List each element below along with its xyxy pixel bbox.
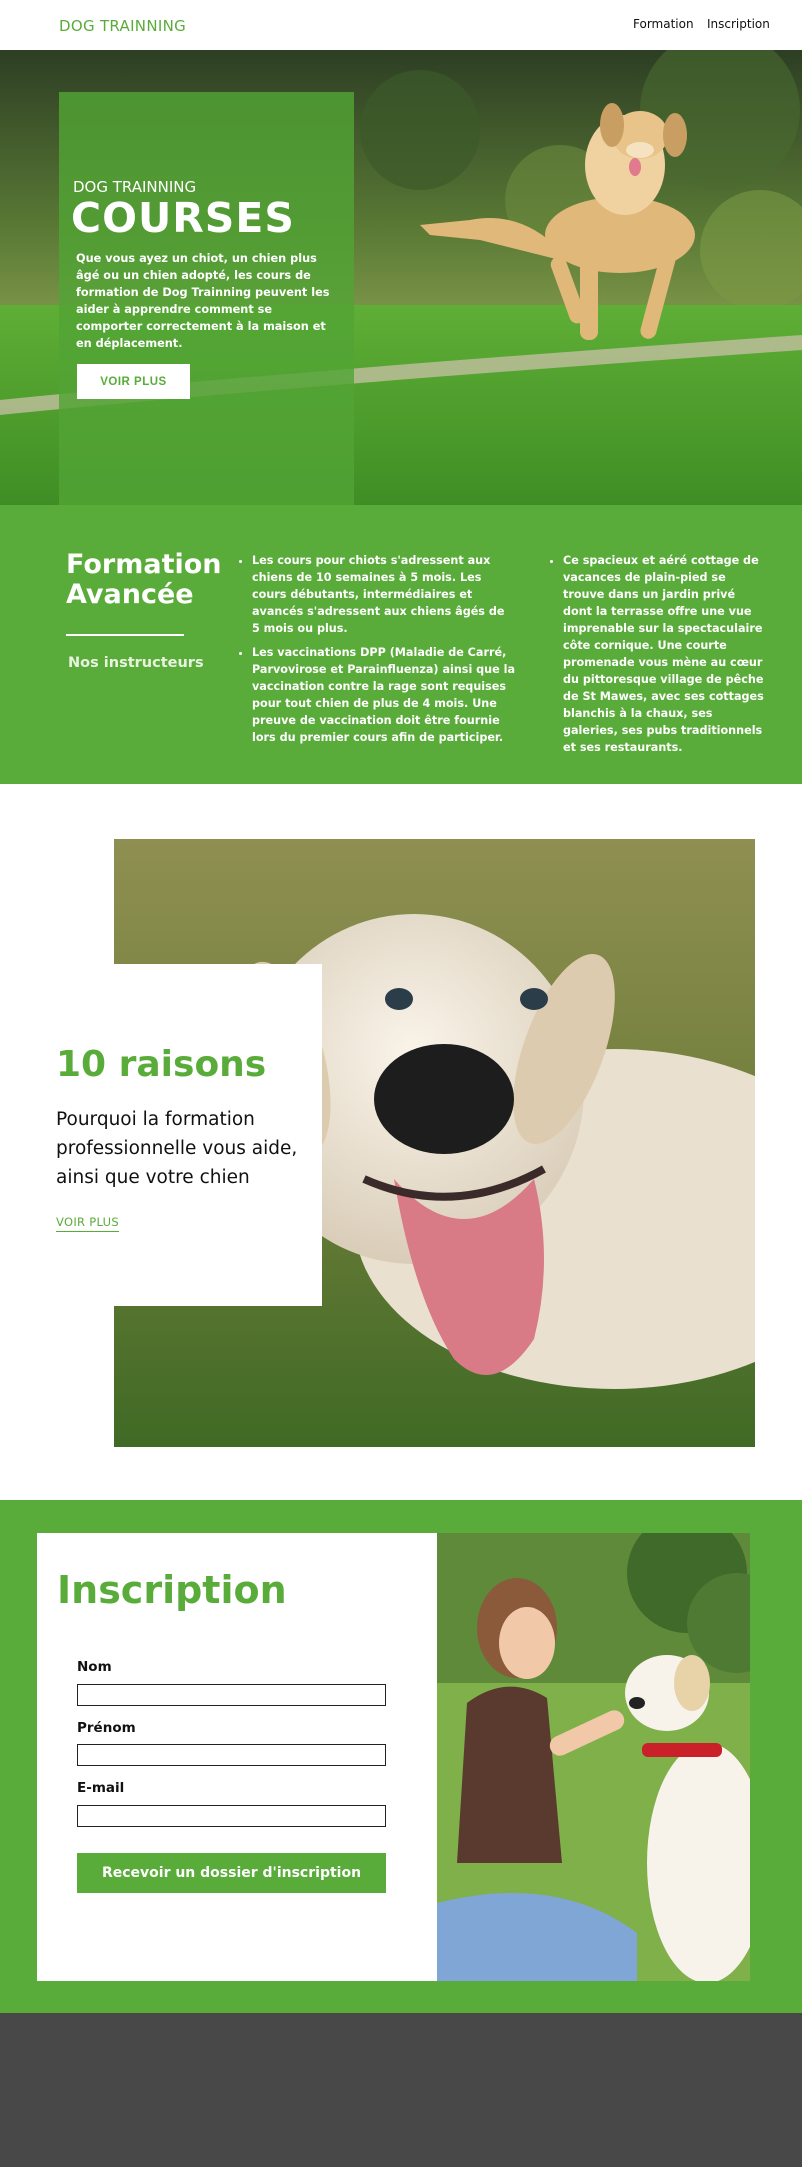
inscription-title: Inscription bbox=[57, 1568, 287, 1612]
nav-link-formation[interactable]: Formation bbox=[633, 17, 694, 31]
site-footer bbox=[0, 2013, 802, 2167]
formation-divider bbox=[66, 634, 184, 636]
submit-inscription-button[interactable]: Recevoir un dossier d'inscription bbox=[77, 1853, 386, 1893]
hero-section: DOG TRAINNING COURSES Que vous ayez un c… bbox=[0, 50, 802, 505]
prenom-input[interactable] bbox=[77, 1744, 386, 1766]
email-input[interactable] bbox=[77, 1805, 386, 1827]
raisons-title: 10 raisons bbox=[56, 1044, 267, 1085]
inscription-section: Inscription Nom Prénom E-mail Recevoir u… bbox=[0, 1500, 802, 2013]
email-label: E-mail bbox=[77, 1780, 125, 1796]
hero-voir-plus-button[interactable]: VOIR PLUS bbox=[77, 364, 190, 399]
prenom-label: Prénom bbox=[77, 1720, 136, 1736]
girl-and-dog-photo bbox=[437, 1533, 750, 1981]
formation-section: Formation Avancée Nos instructeurs Les c… bbox=[0, 505, 802, 784]
nom-input[interactable] bbox=[77, 1684, 386, 1706]
formation-bullet: Les vaccinations DPP (Maladie de Carré, … bbox=[252, 644, 515, 746]
hero-title: COURSES bbox=[71, 194, 295, 242]
nav-link-inscription[interactable]: Inscription bbox=[707, 17, 770, 31]
raisons-text: Pourquoi la formation professionnelle vo… bbox=[56, 1109, 298, 1188]
formation-bullet: Les cours pour chiots s'adressent aux ch… bbox=[252, 552, 515, 637]
hero-description: Que vous ayez un chiot, un chien plus âg… bbox=[76, 252, 330, 350]
formation-column-left: Les cours pour chiots s'adressent aux ch… bbox=[240, 552, 515, 753]
formation-bullet: Ce spacieux et aéré cottage de vacances … bbox=[563, 552, 766, 756]
inscription-card: Inscription Nom Prénom E-mail Recevoir u… bbox=[37, 1533, 750, 1981]
site-logo[interactable]: DOG TRAINNING bbox=[59, 17, 186, 35]
nom-label: Nom bbox=[77, 1659, 112, 1675]
formation-column-right: Ce spacieux et aéré cottage de vacances … bbox=[551, 552, 766, 763]
site-header: DOG TRAINNING Formation Inscription bbox=[0, 0, 802, 50]
formation-subtitle[interactable]: Nos instructeurs bbox=[68, 655, 204, 671]
raisons-section: 10 raisons Pourquoi la formation profess… bbox=[0, 784, 802, 1500]
raisons-voir-plus-link[interactable]: VOIR PLUS bbox=[56, 1215, 119, 1232]
